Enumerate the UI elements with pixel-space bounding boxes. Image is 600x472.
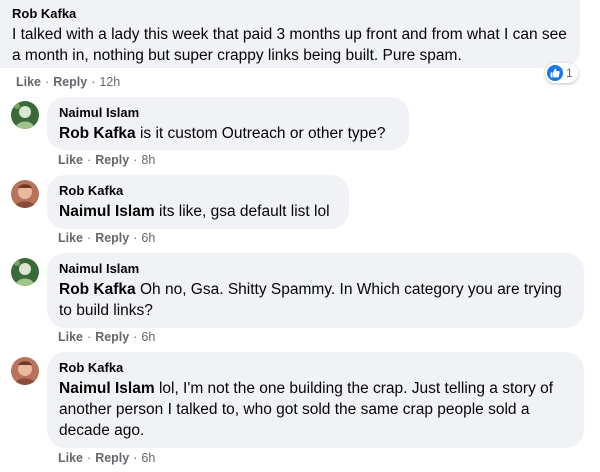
comment-author[interactable]: Naimul Islam — [59, 105, 397, 121]
like-button[interactable]: Like — [16, 75, 41, 89]
like-button[interactable]: Like — [58, 231, 83, 245]
comment-timestamp[interactable]: 6h — [141, 330, 155, 344]
reply-button[interactable]: Reply — [95, 153, 129, 167]
comment-actions: Like · Reply · 8h — [58, 153, 156, 167]
comment-bubble: Rob Kafka Naimul Islam lol, I'm not the … — [47, 352, 584, 448]
comment-thread: Rob Kafka I talked with a lady this week… — [0, 0, 600, 472]
comment-text: Naimul Islam lol, I'm not the one buildi… — [59, 380, 554, 439]
comment-author[interactable]: Rob Kafka — [59, 360, 572, 376]
avatar[interactable] — [11, 101, 39, 129]
comment-author[interactable]: Rob Kafka — [59, 183, 337, 199]
reaction-badge[interactable]: 1 — [545, 63, 578, 83]
reply-button[interactable]: Reply — [95, 231, 129, 245]
comment-bubble: Rob Kafka Naimul Islam its like, gsa def… — [47, 175, 349, 229]
comment-timestamp[interactable]: 8h — [141, 153, 155, 167]
comment-text: Naimul Islam its like, gsa default list … — [59, 203, 330, 220]
comment-timestamp[interactable]: 6h — [141, 231, 155, 245]
mention-link[interactable]: Rob Kafka — [59, 281, 136, 298]
comment-author[interactable]: Rob Kafka — [12, 6, 580, 22]
comment-text: Rob Kafka Oh no, Gsa. Shitty Spammy. In … — [59, 281, 562, 319]
mention-link[interactable]: Naimul Islam — [59, 380, 155, 397]
reaction-count: 1 — [566, 66, 573, 80]
comment-bubble: Naimul Islam Rob Kafka is it custom Outr… — [47, 97, 409, 150]
comment-bubble: Naimul Islam Rob Kafka Oh no, Gsa. Shitt… — [47, 253, 584, 328]
comment-text: Rob Kafka is it custom Outreach or other… — [59, 125, 386, 142]
comment-bubble: Rob Kafka I talked with a lady this week… — [0, 0, 580, 68]
like-icon — [547, 65, 563, 81]
like-button[interactable]: Like — [58, 451, 83, 465]
comment-text: I talked with a lady this week that paid… — [12, 26, 567, 64]
mention-link[interactable]: Naimul Islam — [59, 203, 155, 220]
like-button[interactable]: Like — [58, 330, 83, 344]
reply-button[interactable]: Reply — [95, 451, 129, 465]
comment-actions: Like · Reply · 6h — [58, 330, 156, 344]
comment-timestamp[interactable]: 12h — [99, 75, 120, 89]
comment-actions: Like · Reply · 12h — [16, 75, 121, 89]
comment-timestamp[interactable]: 6h — [141, 451, 155, 465]
mention-link[interactable]: Rob Kafka — [59, 125, 136, 142]
avatar[interactable] — [11, 258, 39, 286]
comment-author[interactable]: Naimul Islam — [59, 261, 572, 277]
comment-actions: Like · Reply · 6h — [58, 231, 156, 245]
avatar[interactable] — [11, 180, 39, 208]
like-button[interactable]: Like — [58, 153, 83, 167]
avatar[interactable] — [11, 357, 39, 385]
reply-button[interactable]: Reply — [95, 330, 129, 344]
comment-actions: Like · Reply · 6h — [58, 451, 156, 465]
reply-button[interactable]: Reply — [53, 75, 87, 89]
